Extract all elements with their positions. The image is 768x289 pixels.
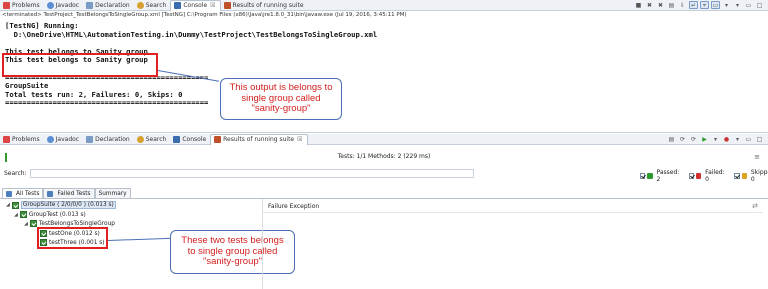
tab-problems[interactable]: Problems — [0, 0, 44, 11]
tab-declaration[interactable]: Declaration — [83, 0, 134, 11]
checkbox-passed[interactable] — [640, 173, 646, 179]
compare-icon[interactable]: ⇄ — [752, 202, 758, 210]
remove-all-icon[interactable]: ✖ — [656, 1, 665, 9]
test-summary: Tests: 1/1 Methods: 2 (229 ms) — [337, 153, 431, 160]
rerun-icon[interactable]: ⟳ — [678, 135, 687, 143]
status-filters: Passed: 2 Failed: 0 Skipped: 0 — [640, 169, 768, 183]
tab-javadoc[interactable]: Javadoc — [44, 134, 83, 145]
javadoc-icon — [46, 135, 54, 143]
minimize-icon[interactable]: ▭ — [744, 1, 753, 9]
progress-row: Tests: 1/1 Methods: 2 (229 ms) ≡ — [0, 150, 768, 166]
highlight-box-console — [2, 53, 158, 77]
results-toolbar: ▤ ⟳ ⟳ ▶ ▾ ● ▾ ▭ □ — [667, 135, 764, 143]
console-icon — [173, 135, 181, 143]
filter-passed[interactable]: Passed: 2 — [640, 169, 681, 183]
tab-console[interactable]: Console — [170, 134, 210, 145]
tab-failed-tests[interactable]: Failed Tests — [43, 188, 95, 198]
word-wrap-icon[interactable]: ↵ — [689, 1, 698, 9]
testng-icon — [223, 1, 231, 9]
tab-search[interactable]: Search — [134, 0, 171, 11]
highlight-box-methods — [37, 227, 108, 249]
callout-console: This output is belongs to single group c… — [220, 78, 342, 120]
expanded-icon[interactable]: ◢ — [6, 202, 10, 208]
tab-console[interactable]: Console ☒ — [170, 0, 221, 11]
terminate-icon[interactable]: ■ — [634, 1, 643, 9]
view-menu-icon[interactable]: ▾ — [733, 135, 742, 143]
search-row: Search: Passed: 2 Failed: 0 Skipped: 0 — [0, 168, 768, 183]
results-subtabs: All Tests Failed Tests Summary — [2, 188, 131, 198]
close-icon[interactable]: ☒ — [210, 2, 215, 9]
collapse-icon[interactable]: ▤ — [667, 135, 676, 143]
tab-search[interactable]: Search — [134, 134, 171, 145]
declaration-icon — [86, 135, 94, 143]
search-icon — [136, 135, 144, 143]
remove-launch-icon[interactable]: ✖ — [645, 1, 654, 9]
tab-results-of-running-suite[interactable]: Results of running suite ☒ — [210, 133, 308, 145]
skipped-icon — [741, 173, 747, 179]
scroll-lock-icon[interactable]: ⇩ — [678, 1, 687, 9]
declaration-icon — [86, 1, 94, 9]
tab-declaration[interactable]: Declaration — [83, 134, 134, 145]
stop-icon[interactable]: ● — [722, 135, 731, 143]
failure-exception-panel: Failure Exception ⇄ — [262, 199, 768, 289]
menu-icon[interactable]: ≡ — [754, 153, 760, 161]
rerun-failed-icon[interactable]: ⟳ — [689, 135, 698, 143]
display-console-icon[interactable]: ▾ — [722, 1, 731, 9]
results-view-tabbar: Problems Javadoc Declaration Search Cons… — [0, 133, 768, 145]
open-console-icon[interactable]: ▾ — [733, 1, 742, 9]
all-tests-icon — [6, 190, 12, 197]
filter-skipped[interactable]: Skipped: 0 — [734, 169, 768, 183]
passed-icon — [647, 173, 653, 179]
history-icon[interactable]: ▾ — [711, 135, 720, 143]
tab-all-tests[interactable]: All Tests — [2, 188, 44, 198]
maximize-icon[interactable]: □ — [755, 1, 764, 9]
console-launch-description: <terminated> TestProject_TestBelongsToSi… — [2, 12, 407, 18]
problems-icon — [3, 1, 10, 9]
tab-javadoc[interactable]: Javadoc — [44, 0, 83, 11]
console-icon — [174, 2, 182, 9]
clear-console-icon[interactable]: ▤ — [667, 1, 676, 9]
pin-console-icon[interactable]: ⌖ — [700, 1, 709, 9]
problems-icon — [3, 135, 10, 143]
javadoc-icon — [46, 1, 54, 9]
search-icon — [136, 1, 144, 9]
tab-problems[interactable]: Problems — [0, 134, 44, 145]
expanded-icon[interactable]: ◢ — [14, 212, 18, 218]
run-icon[interactable]: ▶ — [700, 135, 709, 143]
pass-icon — [11, 201, 19, 209]
failed-tests-icon — [47, 190, 54, 197]
tab-results-of-running-suite[interactable]: Results of running suite — [221, 0, 308, 11]
filter-failed[interactable]: Failed: 0 — [688, 169, 726, 183]
pass-icon — [29, 220, 37, 227]
checkbox-failed[interactable] — [688, 173, 695, 179]
failed-icon — [696, 173, 702, 179]
tree-node-class[interactable]: ◢ TestBelongsToSingleGroup — [24, 220, 115, 227]
tree-node-test[interactable]: ◢ GroupTest (0.013 s) — [14, 211, 86, 218]
search-label: Search: — [4, 170, 27, 177]
tree-node-suite[interactable]: ◢ GroupSuite ( 2/0/0/0 ) (0.013 s) — [6, 201, 116, 209]
checkbox-skipped[interactable] — [734, 173, 740, 179]
show-when-output-icon[interactable]: ▭ — [711, 1, 720, 9]
console-toolbar: ■ ✖ ✖ ▤ ⇩ ↵ ⌖ ▭ ▾ ▾ ▭ □ — [634, 1, 764, 9]
failure-divider — [263, 212, 763, 213]
failure-exception-title: Failure Exception — [268, 203, 320, 210]
pass-icon — [19, 211, 27, 218]
minimize-icon[interactable]: ▭ — [744, 135, 753, 143]
search-input[interactable] — [30, 169, 474, 178]
close-icon[interactable]: ☒ — [297, 136, 302, 143]
testng-icon — [214, 136, 222, 143]
tab-summary[interactable]: Summary — [94, 188, 131, 198]
expanded-icon[interactable]: ◢ — [24, 221, 28, 227]
maximize-icon[interactable]: □ — [755, 135, 764, 143]
console-view-tabbar: Problems Javadoc Declaration Search Cons… — [0, 0, 768, 11]
console-line: D:\OneDrive\HTML\AutomationTesting.in\Du… — [5, 29, 378, 39]
